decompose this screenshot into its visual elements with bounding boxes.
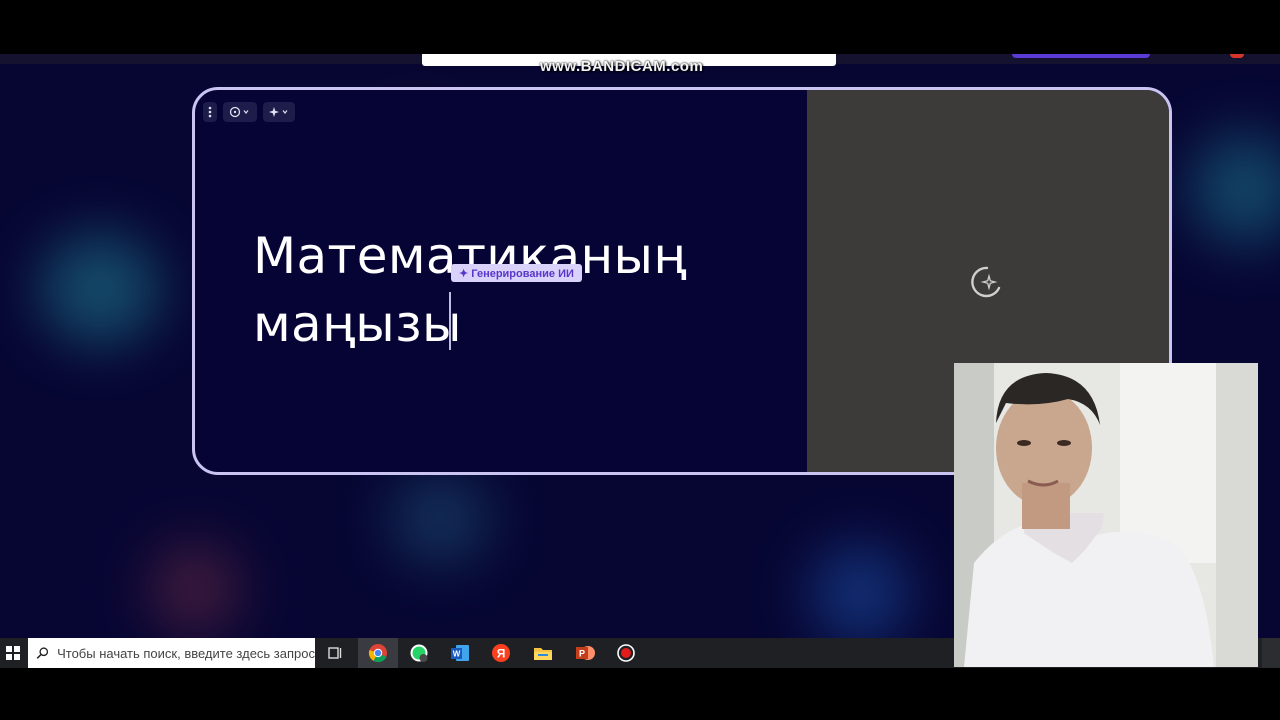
ai-sparkle-button[interactable] [263, 102, 295, 122]
more-options-icon[interactable] [203, 102, 217, 122]
search-icon [36, 647, 49, 659]
bokeh-light [150, 544, 240, 634]
share-button[interactable] [1012, 54, 1150, 58]
search-placeholder[interactable]: Чтобы начать поиск, введите здесь запрос [57, 646, 315, 661]
slide-title[interactable]: Математиканың маңызы [253, 222, 687, 358]
text-cursor [449, 292, 451, 350]
windows-start-button[interactable] [0, 638, 26, 668]
bandicam-record-icon[interactable] [615, 642, 637, 664]
presenter-video-frame [954, 363, 1258, 667]
palette-chevron-icon [229, 106, 249, 118]
bokeh-light [390, 474, 490, 564]
taskbar-search-box[interactable]: Чтобы начать поиск, введите здесь запрос [28, 638, 315, 668]
yandex-browser-icon[interactable]: Я [490, 642, 512, 664]
ai-loading-spinner-icon [971, 266, 1001, 298]
task-view-icon[interactable] [324, 642, 346, 664]
word-icon[interactable]: W [449, 642, 471, 664]
windows-logo-icon [6, 646, 20, 660]
video-letterbox-bottom [0, 668, 1280, 720]
notification-dot [1230, 54, 1244, 58]
svg-text:W: W [453, 650, 461, 659]
svg-text:P: P [579, 649, 585, 659]
powerpoint-icon[interactable]: P [574, 642, 596, 664]
svg-text:Я: Я [497, 647, 506, 661]
theme-palette-button[interactable] [223, 102, 257, 122]
bokeh-light [1190, 134, 1280, 244]
webcam-overlay [954, 363, 1258, 667]
ai-generation-badge[interactable]: ✦ Генерирование ИИ [451, 264, 582, 282]
bokeh-light [40, 234, 160, 344]
chrome-icon[interactable] [367, 642, 389, 664]
file-explorer-icon[interactable] [532, 642, 554, 664]
slide-title-line-2[interactable]: маңызы [253, 290, 687, 358]
sparkle-chevron-icon [269, 107, 288, 117]
whatsapp-icon[interactable] [408, 642, 430, 664]
show-desktop-button[interactable] [1262, 638, 1280, 668]
bandicam-watermark: www.BANDICAM.com [540, 58, 704, 75]
bokeh-light [810, 544, 910, 644]
